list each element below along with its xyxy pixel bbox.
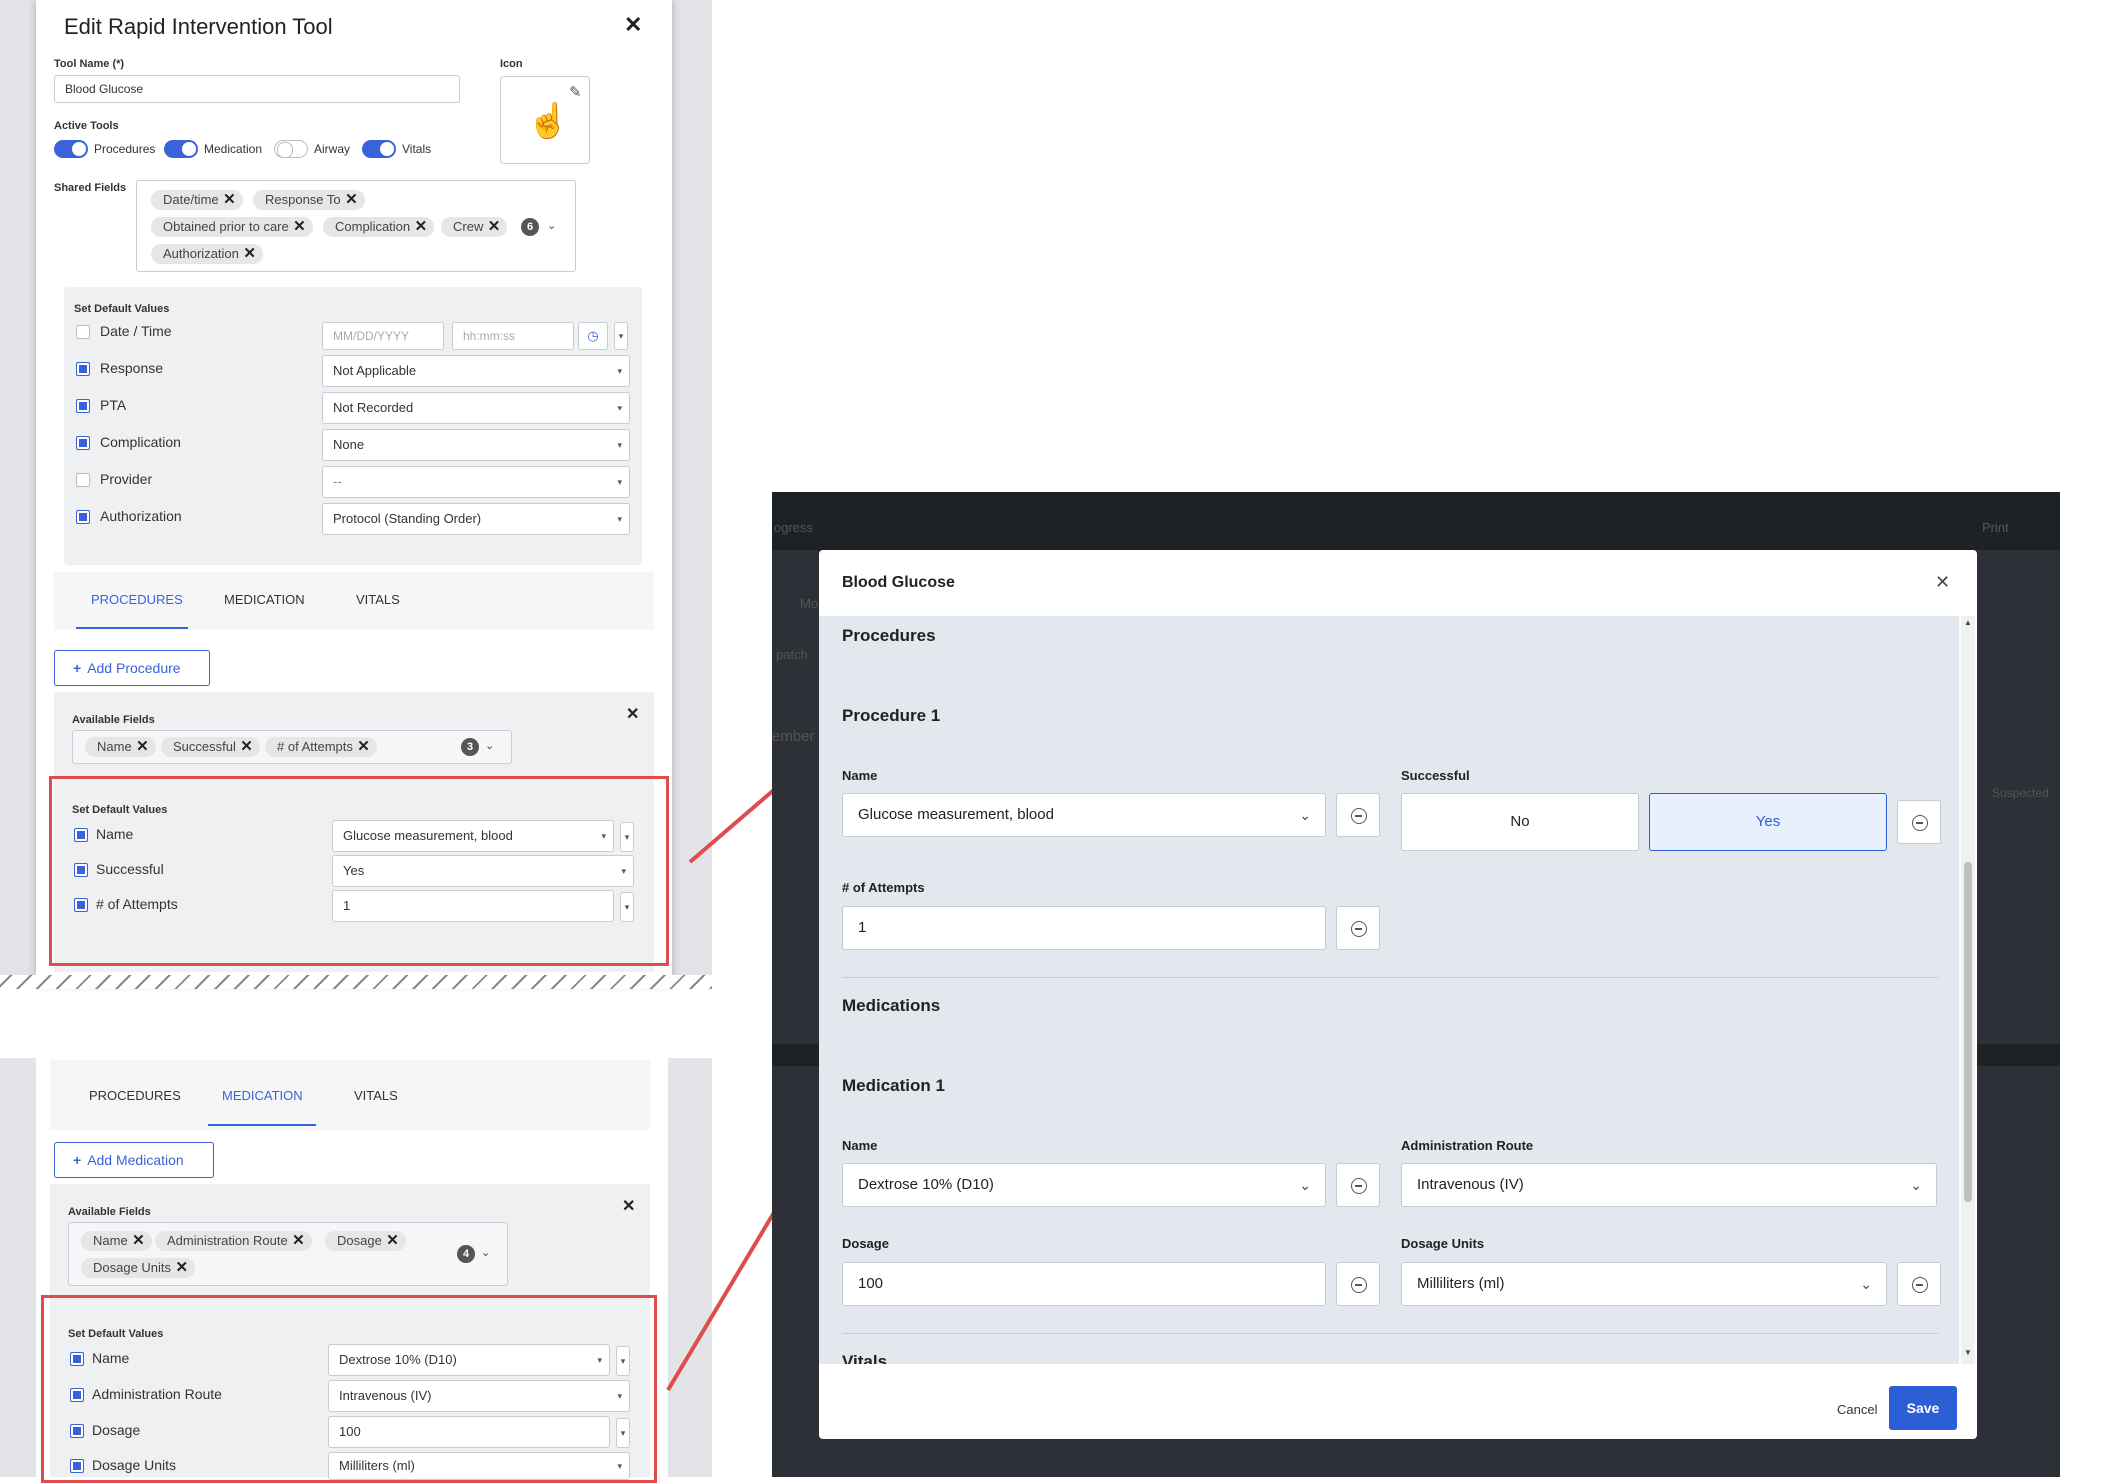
procedure-1-heading: Procedure 1	[842, 706, 941, 725]
modal-title: Blood Glucose	[842, 574, 955, 591]
remove-name-icon[interactable]	[1336, 793, 1380, 837]
bg-text-mo: Mo	[800, 596, 819, 611]
successful-no-button[interactable]: No	[1401, 793, 1639, 851]
chevron-down-icon: ⌄	[1299, 1177, 1311, 1193]
section-divider-2	[842, 1333, 1938, 1334]
modal-scrollbar[interactable]: ▲ ▼	[1961, 616, 1975, 1364]
bg-text-print: Print	[1982, 520, 2009, 535]
section-divider	[842, 977, 1938, 978]
medications-heading: Medications	[842, 996, 941, 1015]
chevron-down-icon: ⌄	[1860, 1276, 1872, 1292]
successful-yes-button[interactable]: Yes	[1649, 793, 1887, 851]
bg-text-member: ember	[772, 728, 815, 745]
name-label: Name	[842, 768, 878, 783]
dosage-input[interactable]: 100	[842, 1262, 1326, 1306]
scroll-thumb[interactable]	[1964, 862, 1972, 1202]
bg-text-dispatch: patch	[776, 647, 808, 662]
save-button[interactable]: Save	[1889, 1386, 1957, 1430]
chevron-down-icon: ⌄	[1299, 807, 1311, 823]
scroll-down-icon[interactable]: ▼	[1964, 1348, 1972, 1357]
remove-attempts-icon[interactable]	[1336, 906, 1380, 950]
chevron-down-icon: ⌄	[1910, 1177, 1922, 1193]
units-select[interactable]: Milliliters (ml) ⌄	[1401, 1262, 1887, 1306]
scroll-up-icon[interactable]: ▲	[1964, 618, 1972, 627]
medication-name-select[interactable]: Dextrose 10% (D10) ⌄	[842, 1163, 1326, 1207]
remove-units-icon[interactable]	[1897, 1262, 1941, 1306]
procedure-name-select[interactable]: Glucose measurement, blood ⌄	[842, 793, 1326, 837]
units-label: Dosage Units	[1401, 1236, 1485, 1251]
dosage-label: Dosage	[842, 1236, 889, 1251]
medication-1-heading: Medication 1	[842, 1076, 945, 1095]
procedures-heading: Procedures	[842, 626, 936, 645]
dark-header	[772, 492, 2060, 550]
vitals-heading: Vitals	[842, 1352, 888, 1364]
cancel-button[interactable]: Cancel	[1837, 1402, 1877, 1417]
bg-text-progress: ogress	[774, 520, 814, 535]
med-name-label: Name	[842, 1138, 878, 1153]
attempts-label: # of Attempts	[842, 880, 925, 895]
attempts-input[interactable]: 1	[842, 906, 1326, 950]
remove-dosage-icon[interactable]	[1336, 1262, 1380, 1306]
modal-close-icon[interactable]: ✕	[1935, 572, 1950, 593]
remove-successful-icon[interactable]	[1897, 800, 1941, 844]
route-label: Administration Route	[1401, 1138, 1534, 1153]
blood-glucose-modal: Blood Glucose ✕ Procedures Procedure 1 N…	[819, 550, 1977, 1439]
bg-text-suspected: Suspected	[1992, 786, 2049, 800]
remove-med-name-icon[interactable]	[1336, 1163, 1380, 1207]
successful-label: Successful	[1401, 768, 1470, 783]
modal-body: Procedures Procedure 1 Name Glucose meas…	[819, 616, 1959, 1364]
route-select[interactable]: Intravenous (IV) ⌄	[1401, 1163, 1937, 1207]
